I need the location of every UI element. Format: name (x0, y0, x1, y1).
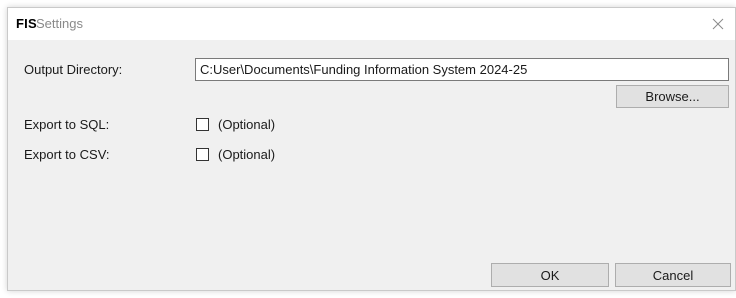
cancel-button[interactable]: Cancel (615, 263, 731, 287)
close-button[interactable] (701, 8, 735, 40)
export-sql-option-label: (Optional) (218, 116, 276, 132)
window-title: Settings (36, 16, 83, 31)
output-directory-input[interactable]: C:User\Documents\Funding Information Sys… (195, 58, 729, 81)
export-csv-checkbox[interactable] (196, 147, 209, 161)
close-icon (712, 18, 724, 30)
browse-button[interactable]: Browse... (616, 85, 729, 108)
settings-dialog: FIS Settings Output Directory: C:User\Do… (7, 7, 736, 291)
app-name: FIS (16, 16, 37, 31)
export-sql-label: Export to SQL: (24, 117, 110, 132)
output-directory-label: Output Directory: (24, 62, 123, 77)
title-bar: FIS Settings (8, 8, 735, 40)
export-csv-label: Export to CSV: (24, 147, 110, 162)
export-csv-option-label: (Optional) (218, 146, 276, 162)
export-sql-checkbox[interactable] (196, 117, 209, 131)
export-csv-option[interactable]: (Optional) (196, 145, 275, 163)
export-sql-option[interactable]: (Optional) (196, 115, 275, 133)
ok-button[interactable]: OK (491, 263, 609, 287)
